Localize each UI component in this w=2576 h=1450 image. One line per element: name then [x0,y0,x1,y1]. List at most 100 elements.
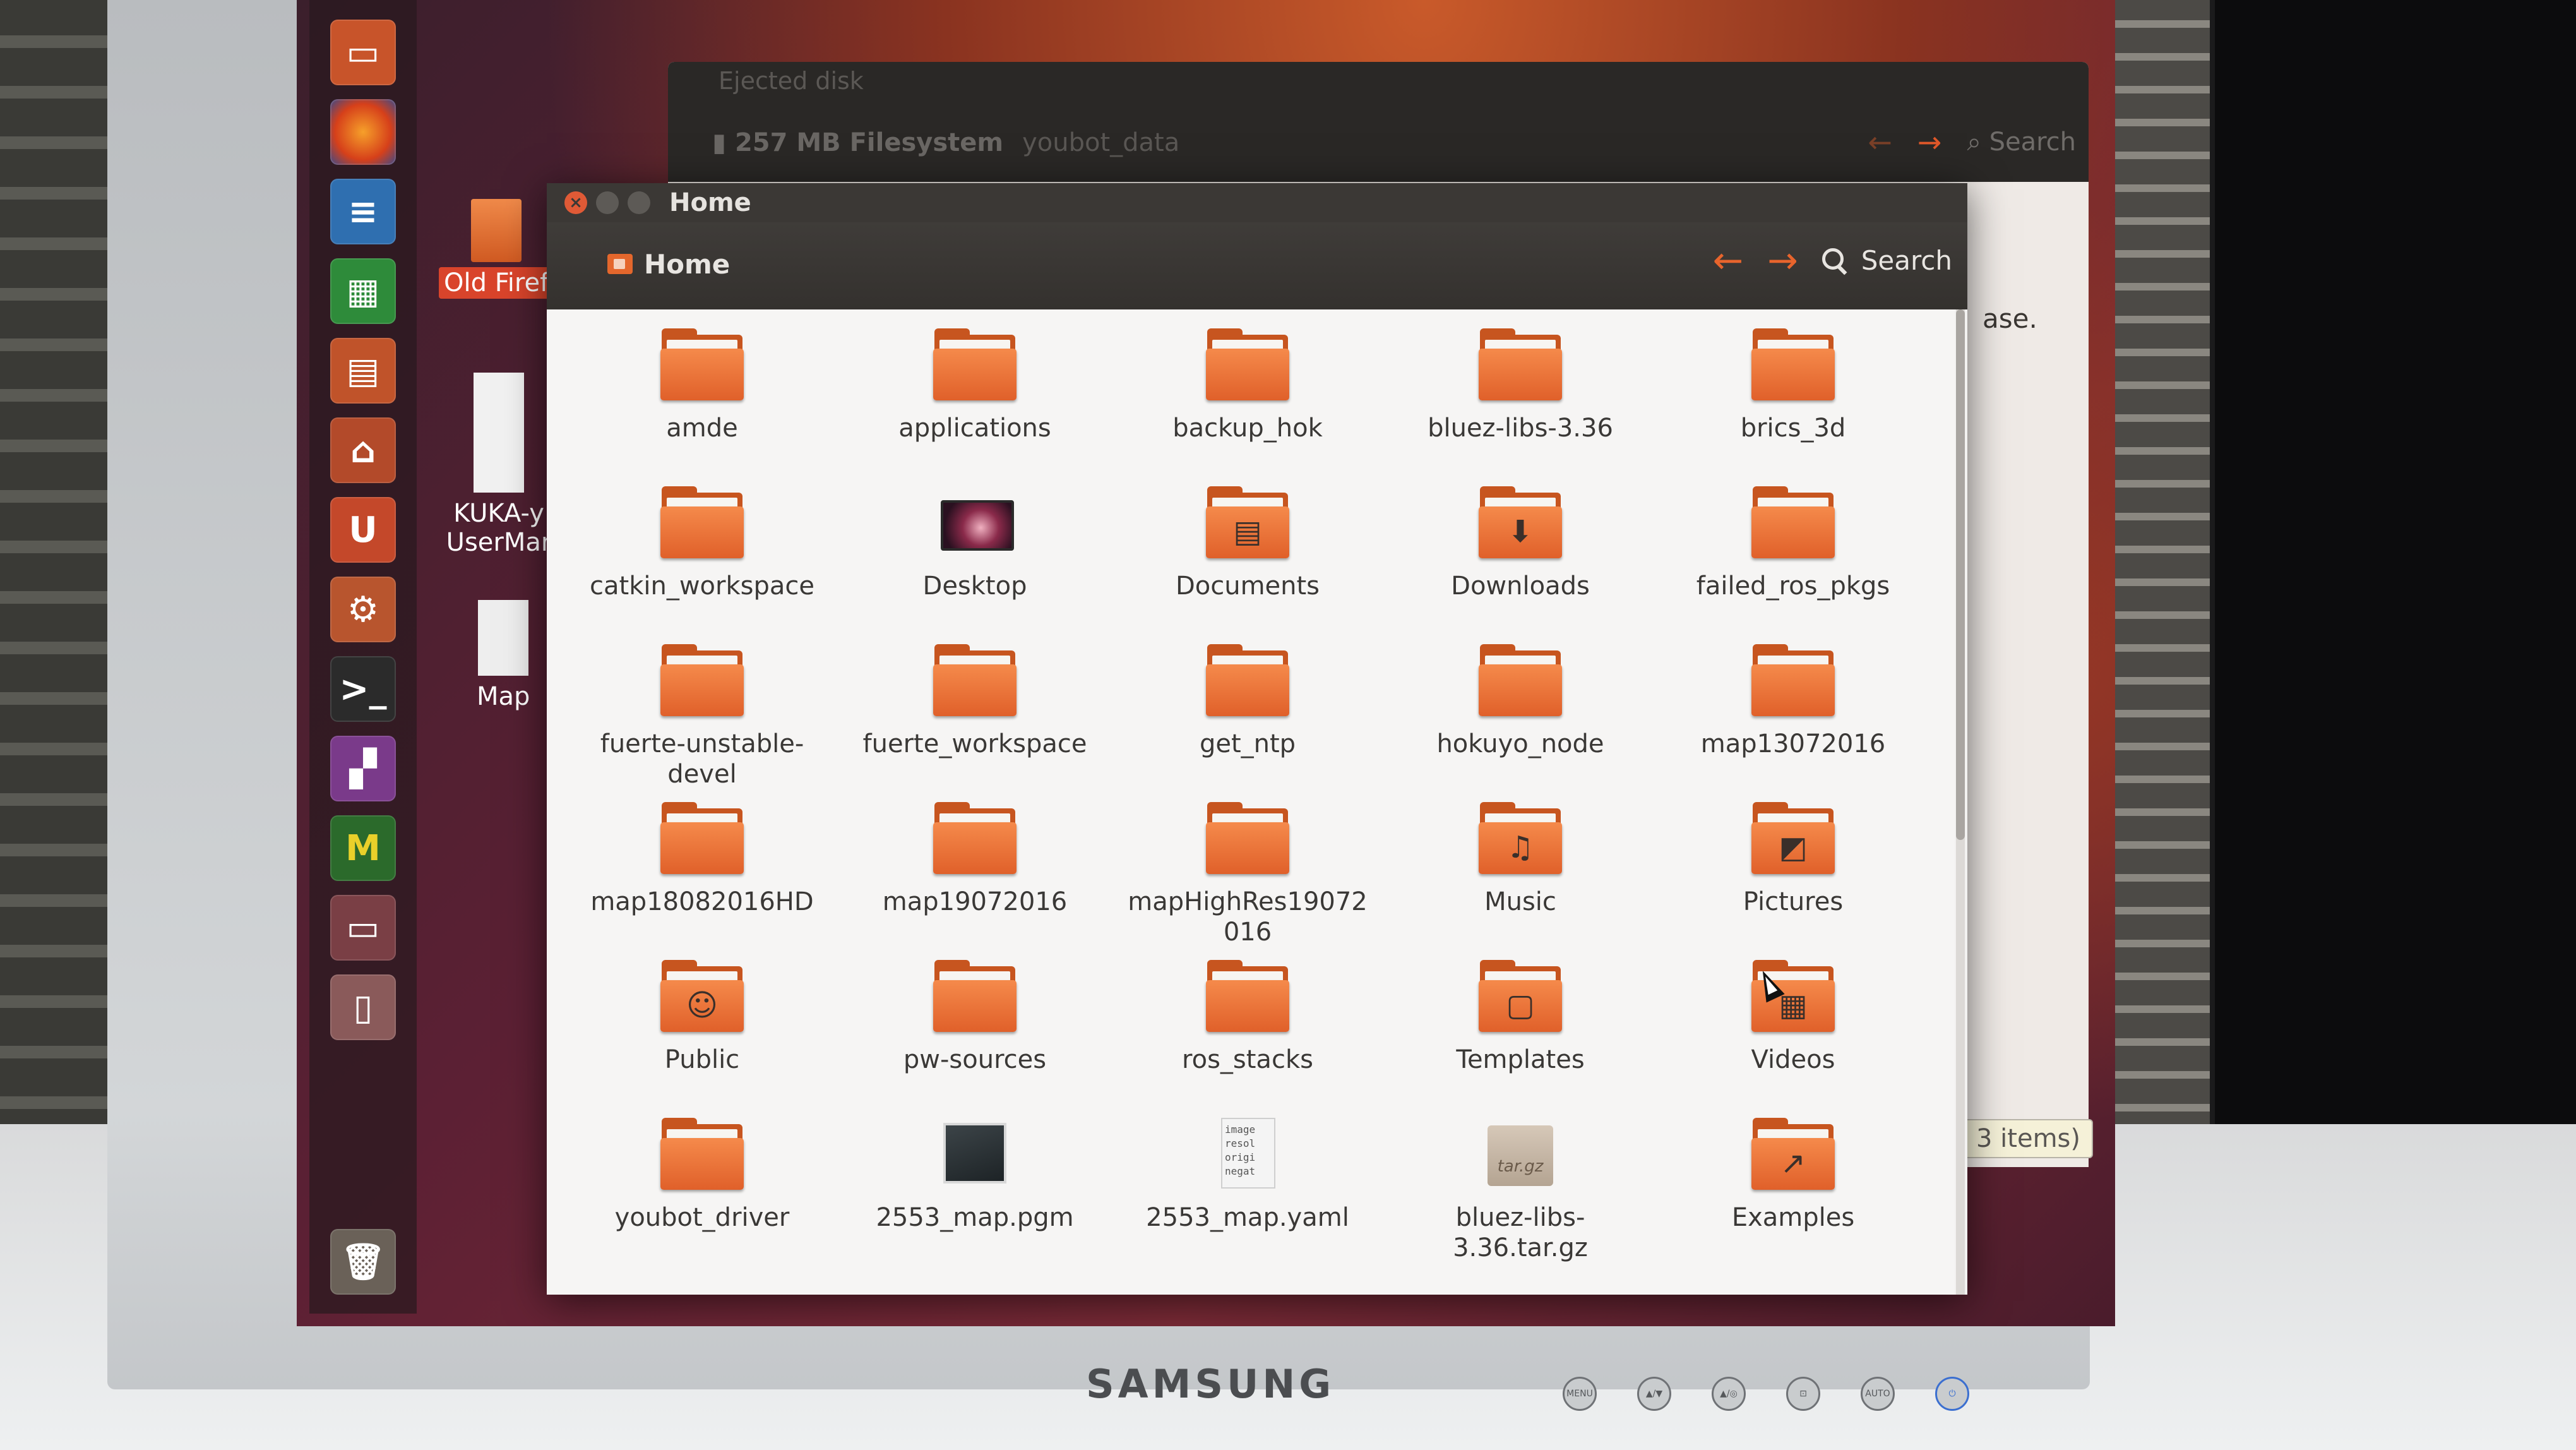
file-item[interactable]: pw-sources [838,954,1111,1111]
file-item[interactable]: failed_ros_pkgs [1657,480,1929,638]
file-item-label: Desktop [922,572,1027,601]
folder-icon [658,644,746,720]
firefox-icon[interactable] [330,99,396,165]
file-item[interactable]: map19072016 [838,796,1111,954]
file-item[interactable]: get_ntp [1111,638,1384,796]
monitor-brand: SAMSUNG [1086,1361,1335,1407]
background-window-header: Ejected disk ▮ 257 MB Filesystem youbot_d… [668,62,2089,182]
file-item[interactable]: catkin_workspace [566,480,838,638]
search-label[interactable]: Search [1861,245,1952,276]
file-item-label: fuerte-unstable-devel [600,729,804,789]
writer-icon[interactable]: ≡ [330,179,396,244]
monitor-source-button[interactable]: ⊡ [1786,1377,1820,1411]
text-file-icon [478,600,529,676]
folder-icon [1203,960,1292,1036]
terminal-icon[interactable]: >_ [330,656,396,722]
path-volume[interactable]: 257 MB Filesystem [735,128,1003,157]
file-item[interactable]: map13072016 [1657,638,1929,796]
file-item[interactable]: backup_hok [1111,322,1384,480]
file-item[interactable]: applications [838,322,1111,480]
monitor-power-button[interactable]: ⏻ [1935,1377,1969,1411]
folder-icon [931,644,1019,720]
window-title: Home [669,188,751,217]
file-item[interactable]: ☺ Public [566,954,838,1111]
file-item-label: bluez-libs-3.36 [1428,414,1613,443]
window-titlebar[interactable]: × Home [547,183,1967,222]
background-window-status: 3 items) [1964,1119,2093,1158]
file-item[interactable]: bluez-libs-3.36 [1384,322,1657,480]
back-arrow-icon[interactable]: ← [1868,125,1892,159]
search-icon[interactable] [1822,248,1846,272]
archive-file-icon: tar.gz [1476,1118,1565,1194]
folder-icon: ◩ [1749,802,1837,878]
vertical-scrollbar[interactable] [1956,309,1965,1295]
file-item[interactable]: ↗ Examples [1657,1111,1929,1269]
minimize-icon[interactable] [596,191,619,214]
close-icon[interactable]: × [564,191,587,214]
file-item[interactable]: ▢ Templates [1384,954,1657,1111]
calc-icon[interactable]: ▦ [330,258,396,324]
breadcrumb-home[interactable]: Home [607,240,730,288]
forward-arrow-icon[interactable]: → [1917,125,1942,159]
file-item[interactable]: amde [566,322,838,480]
desktop-icon-old-firefox[interactable]: Old Firef [439,199,554,299]
usb-drive-icon[interactable]: ▯ [330,974,396,1040]
file-item-label: 2553_map.yaml [1146,1203,1349,1232]
file-item[interactable]: youbot_driver [566,1111,838,1269]
back-arrow-icon[interactable]: ← [1712,241,1743,279]
remote-desktop-icon[interactable]: ▭ [330,895,396,961]
folder-icon [658,328,746,404]
background-window-path[interactable]: ▮ 257 MB Filesystem youbot_data [712,128,1179,157]
file-item[interactable]: ▤ Documents [1111,480,1384,638]
second-monitor [2210,0,2576,1133]
folder-icon [1476,328,1565,404]
folder-icon [931,328,1019,404]
file-item[interactable]: brics_3d [1657,322,1929,480]
file-item[interactable]: tar.gz bluez-libs-3.36.tar.gz [1384,1111,1657,1269]
background-window-text: ase. [1983,303,2037,334]
music-icon: ♫ [1506,830,1534,865]
file-item[interactable]: ◩ Pictures [1657,796,1929,954]
file-item[interactable]: fuerte_workspace [838,638,1111,796]
trash-icon[interactable]: 🗑 [330,1229,396,1295]
file-item[interactable]: 2553_map.pgm [838,1111,1111,1269]
file-item-label: pw-sources [903,1045,1047,1074]
matlab-icon[interactable]: M [330,815,396,881]
forward-arrow-icon[interactable]: → [1767,241,1798,279]
path-folder[interactable]: youbot_data [1022,128,1179,157]
maximize-icon[interactable] [628,191,650,214]
system-settings-icon[interactable]: ⚙ [330,577,396,642]
file-item[interactable]: ros_stacks [1111,954,1384,1111]
ubuntu-one-icon[interactable]: U [330,497,396,563]
scrollbar-thumb[interactable] [1956,309,1965,840]
workspace-switcher-icon[interactable]: ▞ [330,736,396,801]
file-item[interactable]: Desktop [838,480,1111,638]
file-item[interactable]: ▦ Videos [1657,954,1929,1111]
file-item-label: fuerte_workspace [862,729,1087,758]
home-folder-icon [607,254,633,274]
monitor-brightness-button[interactable]: ▲/▼ [1637,1377,1671,1411]
ubuntu-files-icon[interactable]: ▭ [330,20,396,85]
desktop-icon-map[interactable]: Map [477,600,530,711]
monitor-auto-button[interactable]: AUTO [1861,1377,1895,1411]
file-item[interactable]: ♫ Music [1384,796,1657,954]
file-item[interactable]: image resol origi negat 2553_map.yaml [1111,1111,1384,1269]
folder-icon [1749,328,1837,404]
monitor-input-button[interactable]: ▲/◎ [1712,1377,1746,1411]
search-icon[interactable]: ⌕ Search [1967,128,2076,157]
file-item-label: catkin_workspace [590,572,814,601]
impress-icon[interactable]: ▤ [330,338,396,404]
ubuntu-software-icon[interactable]: ⌂ [330,417,396,483]
background-window-title: Ejected disk [719,67,864,95]
file-item[interactable]: mapHighRes19072016 [1111,796,1384,954]
breadcrumb-label: Home [644,248,730,280]
monitor-menu-button[interactable]: MENU [1563,1377,1597,1411]
file-item-label: mapHighRes19072016 [1128,887,1368,947]
home-file-window[interactable]: × Home Home ← → Search amde applications b [547,183,1967,1295]
file-item[interactable]: ⬇ Downloads [1384,480,1657,638]
file-item[interactable]: map18082016HD [566,796,838,954]
file-item[interactable]: hokuyo_node [1384,638,1657,796]
desktop-icon-kuka-manual[interactable]: KUKA-y UserMar [445,373,552,557]
file-view[interactable]: amde applications backup_hok bluez-libs-3.3… [547,309,1955,1295]
file-item[interactable]: fuerte-unstable-devel [566,638,838,796]
